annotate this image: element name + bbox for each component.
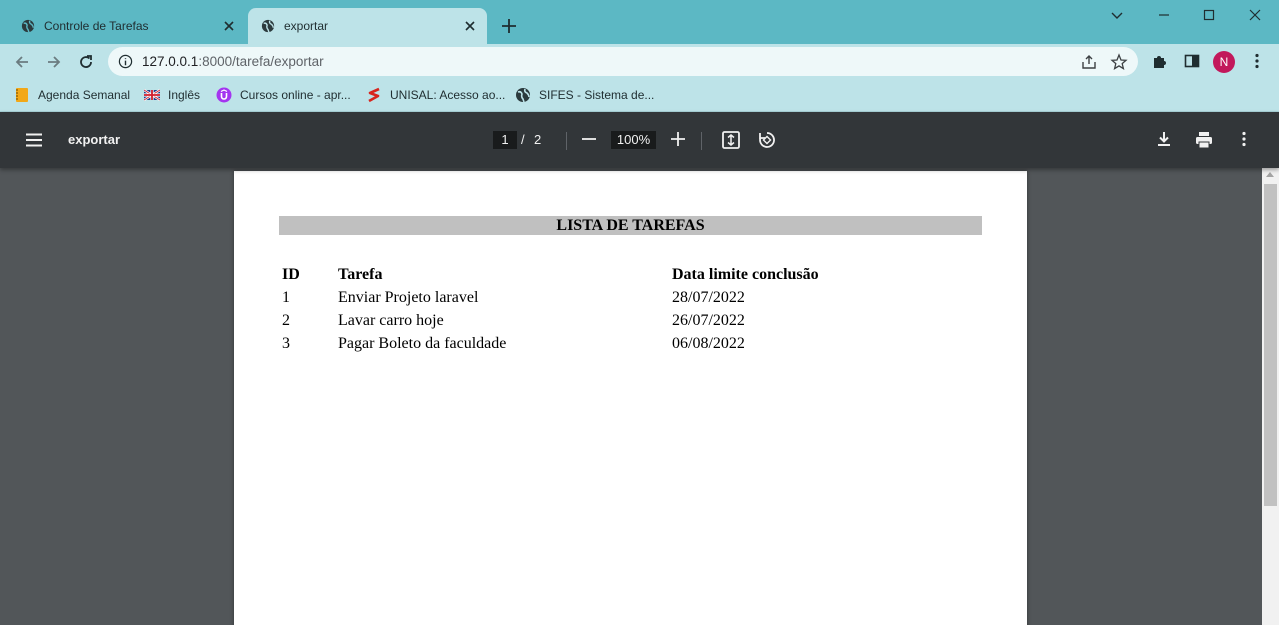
pdf-viewport[interactable]: LISTA DE TAREFAS ID Tarefa Data limite c… <box>0 168 1262 625</box>
minimize-icon[interactable] <box>1155 6 1173 24</box>
table-cell-id: 1 <box>282 289 290 306</box>
url-text[interactable]: 127.0.0.1:8000/tarefa/exportar <box>142 54 324 69</box>
bookmark-label: Cursos online - apr... <box>240 88 351 102</box>
bookmark-label: UNISAL: Acesso ao... <box>390 88 506 102</box>
hamburger-menu-icon[interactable] <box>24 130 44 150</box>
more-actions-icon[interactable] <box>1235 130 1253 148</box>
pdf-page: LISTA DE TAREFAS ID Tarefa Data limite c… <box>234 171 1027 625</box>
bookmark-sifes[interactable]: SIFES - Sistema de... <box>515 85 654 105</box>
close-icon[interactable] <box>221 18 237 34</box>
window-close-icon[interactable] <box>1246 6 1264 24</box>
url-host: 127.0.0.1 <box>142 54 199 69</box>
notebook-icon <box>16 88 28 102</box>
bookmark-ingles[interactable]: Inglês <box>144 85 200 105</box>
globe-icon <box>516 88 530 103</box>
toolbar-divider <box>566 132 567 150</box>
maximize-icon[interactable] <box>1200 6 1218 24</box>
vertical-scrollbar[interactable] <box>1262 168 1279 625</box>
browser-menu-icon[interactable] <box>1248 52 1266 70</box>
bookmark-cursos-online[interactable]: Cursos online - apr... <box>216 85 351 105</box>
zoom-out-icon[interactable] <box>580 130 598 148</box>
bookmark-label: SIFES - Sistema de... <box>539 88 655 102</box>
pdf-toolbar: exportar 1 / 2 100% <box>0 112 1279 168</box>
toolbar-divider <box>701 132 702 150</box>
column-header-data-limite: Data limite conclusão <box>672 266 819 283</box>
column-header-id: ID <box>282 266 300 283</box>
document-heading: LISTA DE TAREFAS <box>279 216 982 235</box>
tab-exportar[interactable]: exportar <box>248 8 487 44</box>
table-cell-id: 2 <box>282 312 290 329</box>
reload-icon[interactable] <box>76 52 96 72</box>
globe-icon <box>261 19 275 33</box>
table-cell-id: 3 <box>282 335 290 352</box>
bookmark-label: Agenda Semanal <box>38 88 131 102</box>
bookmark-label: Inglês <box>168 88 201 102</box>
table-cell-data: 06/08/2022 <box>672 335 745 352</box>
download-icon[interactable] <box>1155 130 1173 148</box>
page-count: 2 <box>534 132 542 147</box>
tab-search-chevron-icon[interactable] <box>1108 6 1126 24</box>
unisal-icon <box>368 87 380 103</box>
tab-controle-de-tarefas[interactable]: Controle de Tarefas <box>8 8 246 44</box>
fit-to-page-icon[interactable] <box>721 130 741 150</box>
bookmark-unisal[interactable]: UNISAL: Acesso ao... <box>366 85 505 105</box>
url-path: :8000/tarefa/exportar <box>198 54 324 69</box>
profile-avatar[interactable]: N <box>1213 51 1235 73</box>
udemy-icon <box>216 87 232 103</box>
page-number-input[interactable]: 1 <box>493 131 517 149</box>
print-icon[interactable] <box>1194 130 1214 150</box>
zoom-in-icon[interactable] <box>669 130 687 148</box>
bookmark-agenda-semanal[interactable]: Agenda Semanal <box>14 85 130 105</box>
close-icon[interactable] <box>462 18 478 34</box>
scrollbar-thumb[interactable] <box>1264 184 1277 506</box>
extensions-icon[interactable] <box>1151 52 1169 70</box>
zoom-level-input[interactable]: 100% <box>611 131 656 149</box>
table-cell-data: 26/07/2022 <box>672 312 745 329</box>
uk-flag-icon <box>144 88 160 102</box>
globe-icon <box>21 19 35 33</box>
share-icon[interactable] <box>1080 53 1098 71</box>
bookmarks-bar: Agenda Semanal Inglês Cursos online - ap… <box>0 79 1279 112</box>
column-header-tarefa: Tarefa <box>338 266 383 283</box>
bookmark-star-icon[interactable] <box>1110 53 1128 71</box>
table-cell-tarefa: Lavar carro hoje <box>338 312 444 329</box>
tab-label: Controle de Tarefas <box>44 19 149 33</box>
pdf-title: exportar <box>68 132 121 147</box>
forward-icon[interactable] <box>44 52 64 72</box>
site-info-icon[interactable] <box>118 54 133 69</box>
table-cell-tarefa: Enviar Projeto laravel <box>338 289 479 306</box>
back-icon[interactable] <box>12 52 32 72</box>
table-cell-tarefa: Pagar Boleto da faculdade <box>338 335 507 352</box>
table-cell-data: 28/07/2022 <box>672 289 745 306</box>
browser-toolbar: 127.0.0.1:8000/tarefa/exportar N <box>0 44 1279 79</box>
address-bar[interactable]: 127.0.0.1:8000/tarefa/exportar <box>108 47 1138 76</box>
new-tab-icon[interactable] <box>500 17 518 35</box>
page-separator: / <box>521 132 525 147</box>
scroll-up-arrow-icon[interactable] <box>1266 172 1274 177</box>
tab-strip: Controle de Tarefas exportar <box>0 0 1279 44</box>
side-panel-icon[interactable] <box>1183 52 1201 70</box>
rotate-icon[interactable] <box>757 130 777 150</box>
tab-label: exportar <box>284 19 329 33</box>
